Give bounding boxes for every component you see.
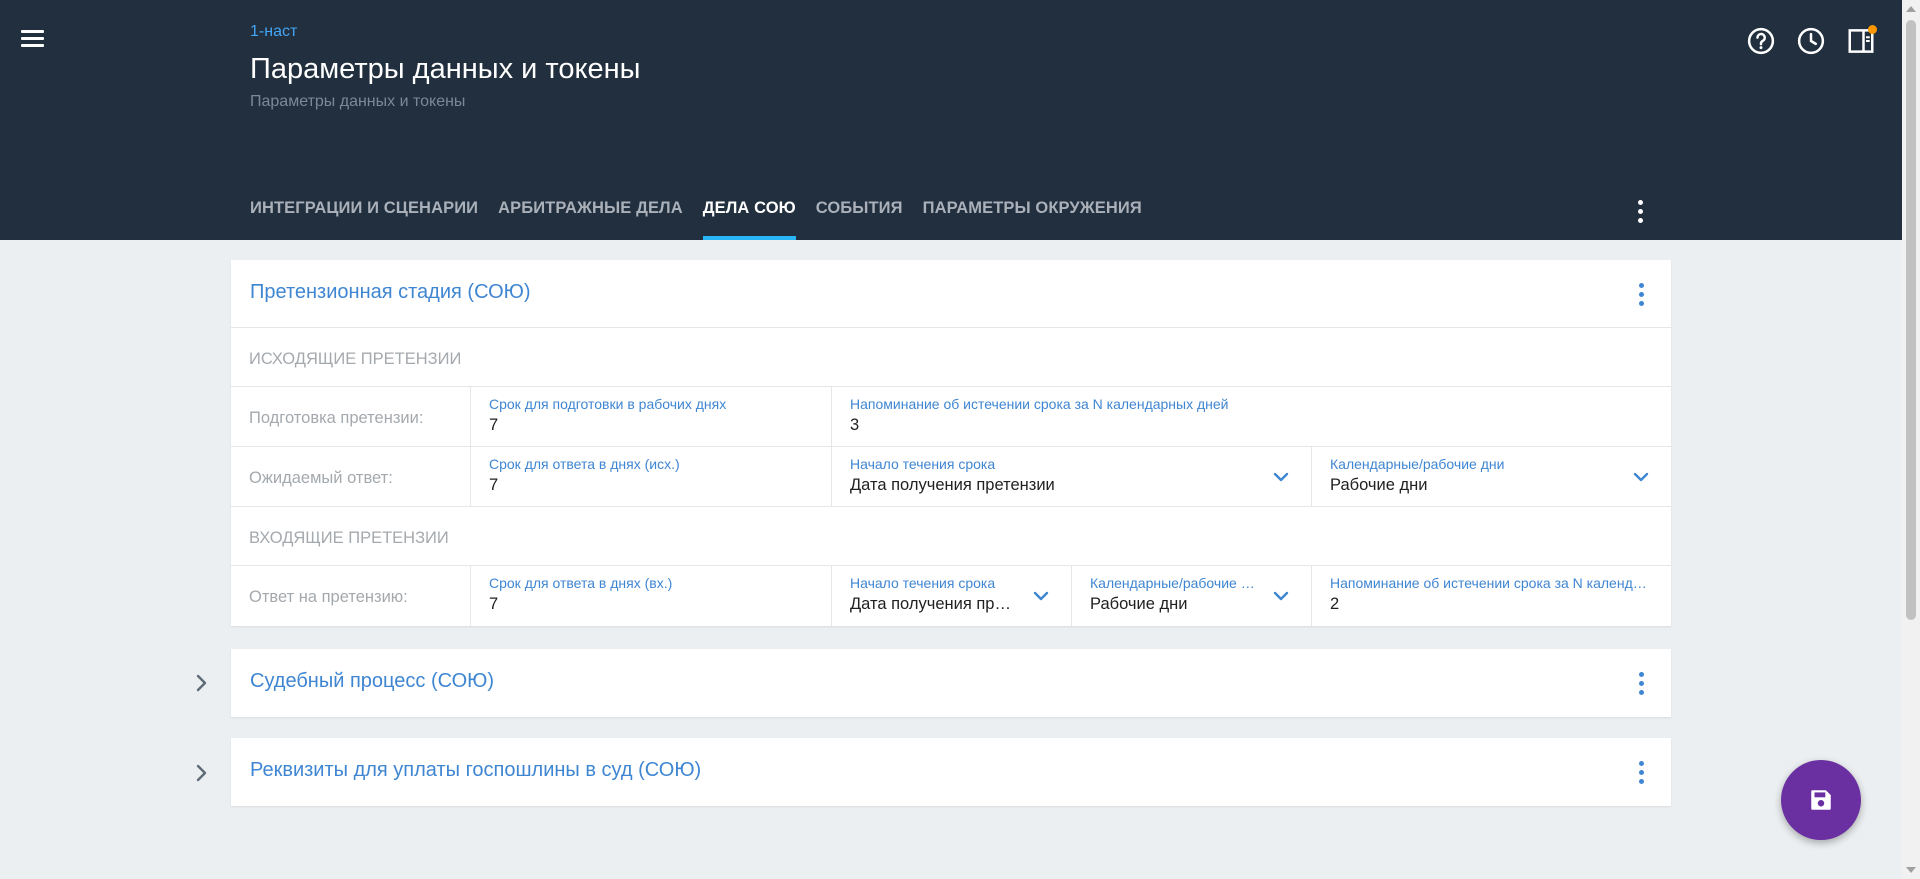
field-label: Срок для подготовки в рабочих днях: [489, 396, 727, 412]
field-value: 3: [850, 416, 860, 434]
card-title: Судебный процесс (СОЮ): [250, 670, 495, 692]
page-title: Параметры данных и токены: [250, 53, 641, 85]
chevron-down-icon: [1273, 591, 1289, 601]
claims-stage-card: Претензионная стадия (СОЮ) ИСХОДЯЩИЕ ПРЕ…: [231, 260, 1671, 626]
day-type-select[interactable]: Календарные/рабочие дни Рабочие дни: [1312, 447, 1671, 506]
card-header[interactable]: Судебный процесс (СОЮ): [231, 649, 1671, 717]
incoming-reminder-days-field[interactable]: Напоминание об истечении срока за N кале…: [1312, 566, 1671, 626]
field-label: Напоминание об истечении срока за N кале…: [1330, 575, 1653, 591]
table-row: Подготовка претензии: Срок для подготовк…: [231, 387, 1671, 447]
tab-events[interactable]: СОБЫТИЯ: [816, 186, 903, 240]
card-more-icon[interactable]: [1629, 282, 1653, 306]
section-label-incoming: ВХОДЯЩИЕ ПРЕТЕНЗИИ: [231, 507, 1671, 566]
panel-icon[interactable]: [1846, 25, 1877, 56]
answer-days-field[interactable]: Срок для ответа в днях (исх.) 7: [471, 447, 832, 506]
row-label: Ожидаемый ответ:: [231, 447, 471, 506]
history-icon[interactable]: [1796, 26, 1826, 56]
incoming-day-type-select[interactable]: Календарные/рабочие дни Рабочие дни: [1072, 566, 1312, 626]
field-value: Рабочие дни: [1330, 476, 1428, 494]
chevron-down-icon: [1633, 472, 1649, 482]
section-label-outgoing: ИСХОДЯЩИЕ ПРЕТЕНЗИИ: [231, 328, 1671, 387]
chevron-right-icon[interactable]: [190, 672, 212, 694]
card-more-icon[interactable]: [1629, 671, 1653, 695]
fee-details-card[interactable]: Реквизиты для уплаты госпошлины в суд (С…: [231, 738, 1671, 806]
tab-integrations[interactable]: ИНТЕГРАЦИИ И СЦЕНАРИИ: [250, 186, 478, 240]
prep-days-field[interactable]: Срок для подготовки в рабочих днях 7: [471, 387, 832, 446]
row-label: Подготовка претензии:: [231, 387, 471, 446]
chevron-right-icon[interactable]: [190, 762, 212, 784]
page-subtitle: Параметры данных и токены: [250, 93, 466, 110]
field-value: Дата получения претензии: [850, 595, 1053, 613]
field-label: Напоминание об истечении срока за N кале…: [850, 396, 1229, 412]
tabs-more-icon[interactable]: [1625, 196, 1655, 226]
scroll-up-arrow[interactable]: [1906, 6, 1916, 12]
card-title: Претензионная стадия (СОЮ): [250, 281, 531, 303]
term-start-select[interactable]: Начало течения срока Дата получения прет…: [832, 447, 1312, 506]
scroll-down-arrow[interactable]: [1906, 867, 1916, 873]
row-label: Ответ на претензию:: [231, 566, 471, 626]
field-value: 7: [489, 416, 499, 434]
field-label: Календарные/рабочие дни: [1330, 456, 1505, 472]
card-header[interactable]: Реквизиты для уплаты госпошлины в суд (С…: [231, 738, 1671, 806]
help-icon[interactable]: [1746, 26, 1776, 56]
notification-badge: [1868, 25, 1877, 34]
chevron-down-icon: [1033, 591, 1049, 601]
table-row: Ответ на претензию: Срок для ответа в дн…: [231, 566, 1671, 626]
field-value: 2: [1330, 595, 1340, 613]
field-label: Начало течения срока: [850, 575, 996, 591]
field-value: Рабочие дни: [1090, 595, 1188, 613]
tab-environment[interactable]: ПАРАМЕТРЫ ОКРУЖЕНИЯ: [923, 186, 1142, 240]
field-label: Срок для ответа в днях (исх.): [489, 456, 680, 472]
incoming-term-start-select[interactable]: Начало течения срока Дата получения прет…: [832, 566, 1072, 626]
tab-arbitration[interactable]: АРБИТРАЖНЫЕ ДЕЛА: [498, 186, 683, 240]
card-header[interactable]: Претензионная стадия (СОЮ): [231, 260, 1671, 328]
field-label: Срок для ответа в днях (вх.): [489, 575, 673, 591]
save-icon: [1811, 790, 1831, 810]
scroll-thumb[interactable]: [1906, 20, 1916, 620]
field-value: 7: [489, 595, 499, 613]
field-value: 7: [489, 476, 499, 494]
card-title: Реквизиты для уплаты госпошлины в суд (С…: [250, 759, 702, 781]
menu-icon[interactable]: [18, 26, 48, 56]
tab-general-courts[interactable]: ДЕЛА СОЮ: [702, 186, 796, 240]
field-value: Дата получения претензии: [850, 476, 1055, 494]
table-row: Ожидаемый ответ: Срок для ответа в днях …: [231, 447, 1671, 507]
reminder-days-field[interactable]: Напоминание об истечении срока за N кале…: [832, 387, 1671, 446]
tab-bar: ИНТЕГРАЦИИ И СЦЕНАРИИ АРБИТРАЖНЫЕ ДЕЛА Д…: [250, 186, 1162, 240]
court-process-card[interactable]: Судебный процесс (СОЮ): [231, 649, 1671, 717]
scrollbar[interactable]: [1902, 0, 1920, 879]
save-button[interactable]: [1781, 760, 1861, 840]
breadcrumb[interactable]: 1-наст: [250, 23, 297, 41]
chevron-down-icon: [1273, 472, 1289, 482]
app-header: 1-наст Параметры данных и токены Парамет…: [0, 0, 1902, 240]
field-label: Начало течения срока: [850, 456, 996, 472]
card-more-icon[interactable]: [1629, 760, 1653, 784]
incoming-answer-days-field[interactable]: Срок для ответа в днях (вх.) 7: [471, 566, 832, 626]
field-label: Календарные/рабочие дни: [1090, 575, 1265, 591]
